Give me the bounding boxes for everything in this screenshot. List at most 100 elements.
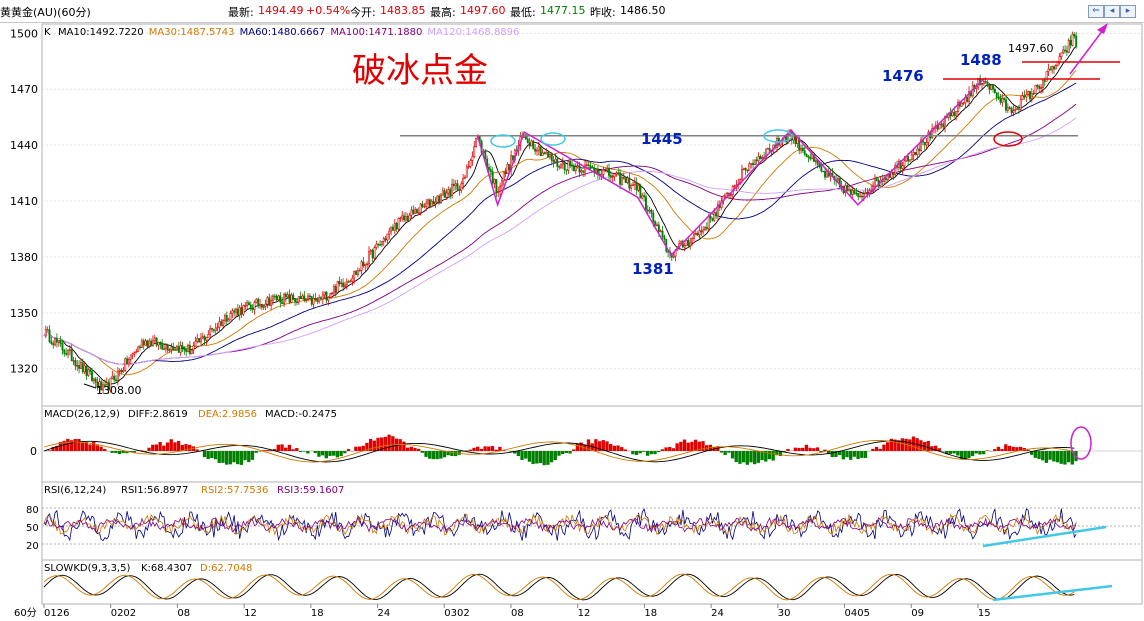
- candle-body: [698, 230, 701, 236]
- candle-body: [659, 230, 662, 233]
- candle-body: [451, 183, 454, 196]
- macd-bar: [302, 451, 306, 452]
- price-y-tick: 1440: [10, 139, 38, 152]
- candle-body: [1075, 35, 1078, 47]
- macd-bar: [206, 451, 210, 460]
- price-y-tick: 1500: [10, 27, 38, 40]
- candle-body: [1016, 108, 1019, 110]
- candle-body: [445, 192, 448, 198]
- candle-body: [768, 148, 771, 152]
- candle-body: [942, 123, 945, 128]
- macd-bar: [860, 451, 864, 458]
- candle-body: [332, 286, 335, 294]
- macd-bar: [690, 441, 694, 451]
- price-y-tick: 1470: [10, 83, 38, 96]
- candle-body: [347, 281, 350, 283]
- macd-bar: [952, 451, 956, 454]
- candle-body: [443, 190, 446, 198]
- candle-body: [630, 185, 633, 189]
- macd-bar: [442, 451, 447, 458]
- macd-bar: [719, 451, 724, 453]
- scroll-left-button[interactable]: ◂: [1104, 5, 1120, 18]
- candle-body: [384, 238, 387, 241]
- candle-body: [550, 154, 553, 161]
- candle-body: [648, 209, 651, 212]
- rsi2-value: RSI2:57.7536: [201, 485, 268, 496]
- macd-bar: [151, 444, 155, 451]
- candle-body: [196, 338, 199, 342]
- candle-body: [61, 343, 64, 351]
- candle-body: [1038, 85, 1041, 89]
- candle-body: [811, 154, 814, 160]
- candle-body: [187, 344, 189, 352]
- candle-body: [619, 172, 622, 185]
- ma-legend-item: MA120:1468.8896: [427, 27, 519, 38]
- candle-body: [608, 168, 610, 176]
- candle-body: [139, 346, 141, 348]
- prev-label: 昨收:: [590, 6, 616, 19]
- macd-bar: [564, 451, 569, 453]
- candle-body: [397, 218, 400, 230]
- candle-body: [755, 159, 758, 162]
- candle-body: [290, 294, 293, 303]
- candle-body: [303, 295, 306, 301]
- candle-body: [390, 226, 393, 232]
- low-value: 1477.15: [540, 4, 586, 17]
- candle-body: [506, 164, 509, 175]
- candle-body: [657, 224, 660, 232]
- first-page-button[interactable]: ⇐: [1088, 5, 1104, 18]
- macd-bar: [431, 451, 436, 460]
- candle-body: [574, 166, 577, 172]
- candle-body: [851, 190, 854, 195]
- candle-body: [473, 146, 476, 157]
- candle-body: [393, 223, 396, 231]
- rsi3-value: RSI3:59.1607: [277, 485, 344, 496]
- candle-body: [733, 185, 736, 187]
- candle-body: [194, 340, 197, 347]
- candle-body: [1062, 49, 1065, 54]
- macd-bar: [885, 442, 890, 451]
- candle-body: [1053, 66, 1055, 70]
- macd-bar: [324, 451, 328, 459]
- candle-body: [909, 159, 911, 162]
- macd-bar: [188, 444, 192, 451]
- candle-body: [342, 282, 345, 288]
- candle-body: [563, 162, 566, 171]
- candle-body: [536, 149, 538, 152]
- macd-bar: [376, 437, 380, 451]
- macd-bar: [284, 447, 288, 451]
- macd-bar: [741, 451, 746, 463]
- macd-bar: [549, 451, 554, 463]
- candle-body: [611, 176, 614, 178]
- candle-body: [281, 301, 284, 305]
- macd-bar: [1026, 449, 1030, 451]
- candle-body: [552, 160, 555, 163]
- candle-body: [255, 298, 258, 303]
- candle-body: [284, 293, 287, 298]
- candle-body: [142, 340, 145, 346]
- macd-bar: [808, 447, 812, 451]
- candle-body: [702, 229, 705, 233]
- macd-bar: [804, 444, 809, 451]
- macd-bar: [849, 451, 853, 460]
- macd-bar: [1041, 451, 1045, 461]
- candle-body: [153, 337, 156, 342]
- candle-body: [672, 255, 675, 258]
- candle-body: [757, 156, 760, 162]
- quote-header: 黄黄金(AU)(60分) 最新: 1494.49 +0.54% 今开: 1483…: [0, 0, 1144, 23]
- macd-bar: [572, 449, 576, 451]
- candle-body: [404, 216, 407, 221]
- macd-bar: [313, 451, 317, 454]
- candle-body: [48, 329, 51, 342]
- candle-body: [663, 236, 666, 240]
- candle-body: [349, 280, 352, 283]
- macd-bar: [354, 446, 358, 451]
- macd-bar: [756, 451, 761, 463]
- macd-bar: [468, 449, 473, 451]
- chart-canvas[interactable]: 1320 1350 1380 1410 1440 1470 1500 破冰点金 1445 1…: [0, 22, 1144, 621]
- scroll-right-button[interactable]: ▸: [1120, 5, 1136, 18]
- macd-bar: [561, 451, 565, 455]
- x-tick-label: 30: [778, 608, 791, 619]
- candle-body: [500, 180, 503, 187]
- macd-bar: [1066, 451, 1071, 463]
